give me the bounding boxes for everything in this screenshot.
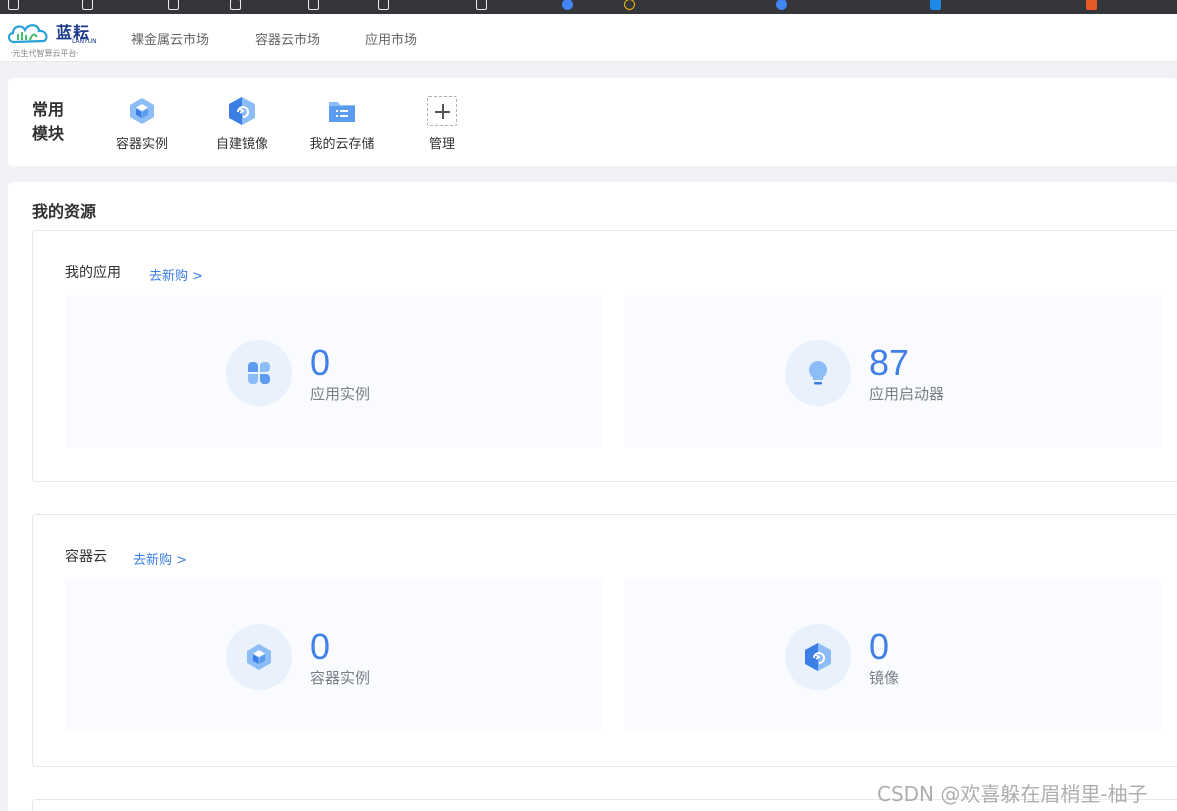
brand-logo[interactable]: 蓝耘 LANYUN ·元生代智算云平台· xyxy=(6,18,97,58)
buy-new-link[interactable]: 去新购 > xyxy=(133,549,187,568)
stat-value: 0 xyxy=(310,342,331,383)
bookmark[interactable] xyxy=(476,0,487,12)
page-icon xyxy=(308,0,319,10)
nav-item-app-market[interactable]: 应用市场 xyxy=(365,29,417,48)
stat-container-instances[interactable]: 0 容器实例 xyxy=(65,579,602,732)
lightbulb-icon xyxy=(808,360,828,385)
watermark: CSDN @欢喜躲在眉梢里-柚子 xyxy=(877,782,1148,806)
page-icon xyxy=(82,0,93,10)
stat-label: 应用启动器 xyxy=(869,385,945,403)
site-icon xyxy=(1086,0,1097,10)
container-cloud-title: 容器云 xyxy=(65,549,107,565)
cube-icon xyxy=(247,644,271,670)
bookmark[interactable] xyxy=(230,0,241,12)
bookmark[interactable] xyxy=(1086,0,1097,12)
quick-item-container-instance[interactable]: 容器实例 xyxy=(97,94,187,154)
quick-item-label: 管理 xyxy=(428,137,455,152)
page-icon xyxy=(230,0,241,10)
bookmark[interactable] xyxy=(82,0,93,12)
page-icon xyxy=(8,0,19,10)
my-resources-panel: 我的资源 我的应用 去新购 > 0 应用实例 87 应用启动器 容器云 去新购 … xyxy=(8,182,1177,811)
stat-value: 0 xyxy=(310,626,331,667)
page-icon xyxy=(476,0,487,10)
my-apps-title: 我的应用 xyxy=(65,265,121,281)
quick-item-cloud-storage[interactable]: 我的云存储 xyxy=(297,94,387,154)
stat-icon-circle xyxy=(785,340,851,406)
stat-app-instances[interactable]: 0 应用实例 xyxy=(65,295,602,448)
buy-new-link[interactable]: 去新购 > xyxy=(149,265,203,284)
bookmark[interactable] xyxy=(308,0,319,12)
stat-label: 镜像 xyxy=(869,669,900,687)
bookmark[interactable] xyxy=(930,0,941,12)
bookmark[interactable] xyxy=(562,0,573,12)
my-apps-card: 我的应用 去新购 > 0 应用实例 87 应用启动器 xyxy=(32,230,1177,482)
bookmark[interactable] xyxy=(776,0,787,12)
nav-item-baremetal-market[interactable]: 裸金属云市场 xyxy=(131,29,209,48)
quick-item-label: 我的云存储 xyxy=(309,137,375,152)
stat-icon-circle xyxy=(226,340,292,406)
stat-value: 0 xyxy=(869,626,890,667)
top-navigation: 蓝耘 LANYUN ·元生代智算云平台· 裸金属云市场 容器云市场 应用市场 xyxy=(0,14,1177,62)
image-hexagon-icon xyxy=(229,97,255,125)
page-icon xyxy=(378,0,389,10)
stat-label: 应用实例 xyxy=(310,385,371,403)
quick-item-manage[interactable]: 管理 xyxy=(397,94,487,154)
stat-icon-circle xyxy=(785,624,851,690)
nav-item-container-market[interactable]: 容器云市场 xyxy=(255,29,320,48)
bookmark[interactable] xyxy=(624,0,635,12)
stat-app-launchers[interactable]: 87 应用启动器 xyxy=(624,295,1161,448)
grid-clover-icon xyxy=(248,362,270,384)
stat-icon-circle xyxy=(226,624,292,690)
stat-images[interactable]: 0 镜像 xyxy=(624,579,1161,732)
bookmark[interactable] xyxy=(378,0,389,12)
quick-item-label: 容器实例 xyxy=(115,137,168,152)
page-icon xyxy=(168,0,179,10)
site-icon xyxy=(624,0,635,10)
brand-sub: LANYUN xyxy=(72,38,97,45)
my-resources-title: 我的资源 xyxy=(32,202,97,221)
bookmarks-bar xyxy=(0,0,1177,14)
folder-list-icon xyxy=(329,102,355,122)
plus-icon xyxy=(427,96,457,126)
cloud-logo-icon xyxy=(7,24,48,44)
brand-slogan: ·元生代智算云平台· xyxy=(10,49,80,58)
common-modules-title: 常用模块 xyxy=(32,100,65,143)
bookmark[interactable] xyxy=(8,0,19,12)
image-hexagon-icon xyxy=(805,643,831,671)
site-icon xyxy=(930,0,941,10)
common-modules-panel: 常用模块 容器实例 自建镜像 我的云存储 管理 xyxy=(8,78,1177,166)
stat-label: 容器实例 xyxy=(310,669,371,687)
container-cloud-card: 容器云 去新购 > 0 容器实例 0 镜像 xyxy=(32,514,1177,767)
stat-value: 87 xyxy=(869,342,910,383)
quick-item-label: 自建镜像 xyxy=(215,137,268,152)
site-icon xyxy=(776,0,787,10)
bookmark[interactable] xyxy=(168,0,179,12)
cube-icon xyxy=(130,98,154,124)
quick-item-custom-image[interactable]: 自建镜像 xyxy=(197,94,287,154)
site-icon xyxy=(562,0,573,10)
